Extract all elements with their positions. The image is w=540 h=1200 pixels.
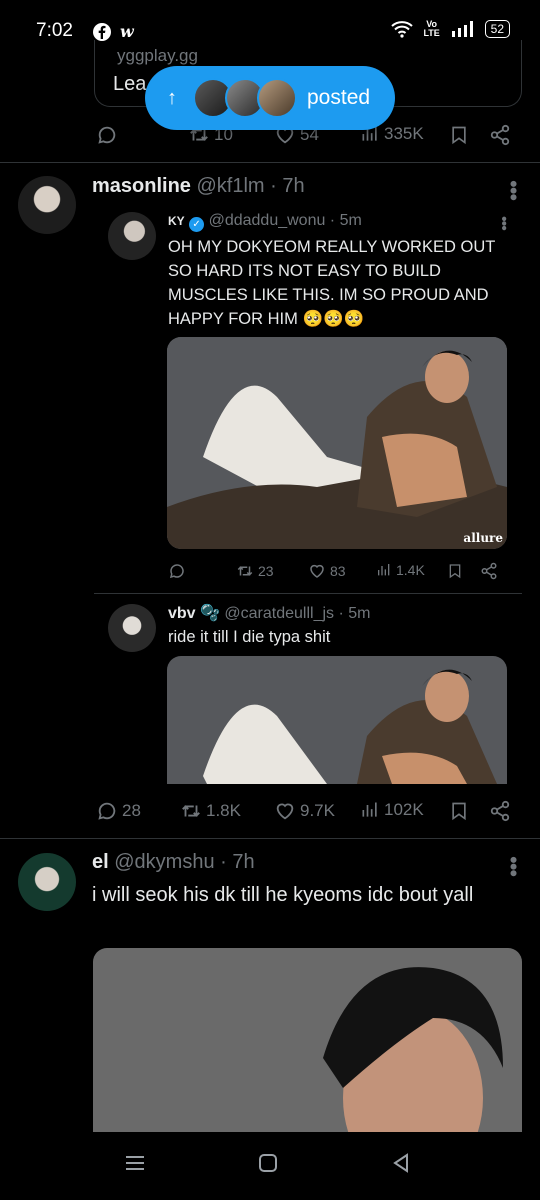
heart-icon <box>276 803 294 820</box>
back-button[interactable] <box>390 1152 412 1179</box>
tweet-header: el @dkymshu · 7h <box>92 851 255 873</box>
tweet-image[interactable] <box>167 656 507 784</box>
reply-button[interactable] <box>168 562 186 580</box>
bookmark-button[interactable] <box>447 562 463 580</box>
handle: @dkymshu <box>114 851 215 873</box>
quote-text: ride it till I die typa shit <box>168 628 331 646</box>
back-icon <box>393 1153 408 1173</box>
bookmark-icon <box>452 802 466 821</box>
like-button[interactable]: 83 <box>308 562 346 580</box>
quote-text: OH MY DOKYEOM REALLY WORKED OUT SO HARD … <box>168 238 496 328</box>
reply-count: 28 <box>122 801 141 820</box>
quote-header: vbv 🫧 @caratdeulll_js · 5m <box>168 605 371 622</box>
views-button[interactable]: 102K <box>360 800 424 820</box>
timestamp: 5m <box>348 605 371 622</box>
divider <box>0 162 540 163</box>
signal-icon <box>451 21 473 37</box>
display-name[interactable]: el <box>92 851 109 873</box>
reply-icon <box>169 564 184 579</box>
tweet-header: masonline @kf1lm · 7h <box>92 175 305 197</box>
views-icon <box>378 564 390 576</box>
views-count: 1.4K <box>396 562 425 578</box>
bubbles-icon: 🫧 <box>200 605 220 622</box>
arrow-up-icon: ↑ <box>167 86 177 109</box>
avatar[interactable] <box>108 604 156 652</box>
avatar[interactable] <box>108 212 156 260</box>
retweet-count: 1.8K <box>206 801 241 820</box>
handle: @caratdeulll_js <box>224 605 335 622</box>
pill-avatars <box>193 78 297 118</box>
share-button[interactable] <box>480 562 498 580</box>
timestamp: 7h <box>282 175 305 197</box>
timestamp: 5m <box>339 212 362 229</box>
display-name[interactable]: vbv <box>168 605 196 622</box>
like-button[interactable]: 9.7K <box>274 800 335 822</box>
like-count: 83 <box>330 563 346 579</box>
volte-indicator: Vo LTE <box>423 19 440 38</box>
w-app-icon: w <box>120 22 134 41</box>
card-domain: yggplay.gg <box>117 46 198 65</box>
quote-header: KY ✓ @ddaddu_wonu · 5m <box>168 212 362 232</box>
pill-label: posted <box>307 86 371 109</box>
display-name[interactable]: KY <box>168 214 185 228</box>
system-nav-bar <box>0 1132 540 1200</box>
divider <box>0 838 540 839</box>
more-options-icon[interactable]: ••• <box>500 180 526 200</box>
views-count: 335K <box>384 124 424 143</box>
home-icon <box>259 1154 277 1172</box>
handle: @ddaddu_wonu <box>208 212 326 229</box>
image-watermark: allure <box>463 531 503 545</box>
status-indicators: Vo LTE 52 <box>390 19 510 38</box>
share-button[interactable] <box>489 800 511 822</box>
bookmark-icon <box>452 126 466 145</box>
recent-apps-button[interactable] <box>124 1152 146 1179</box>
new-posts-pill[interactable]: ↑ posted <box>145 66 395 130</box>
menu-icon <box>126 1156 144 1170</box>
retweet-count: 23 <box>258 563 274 579</box>
bookmark-icon <box>449 564 461 579</box>
tweet-image[interactable] <box>93 948 522 1134</box>
wifi-icon <box>390 21 413 38</box>
more-options-icon[interactable]: ••• <box>500 856 526 876</box>
reply-button[interactable] <box>96 124 118 146</box>
more-options-icon[interactable]: ••• <box>494 216 512 230</box>
share-icon <box>490 800 510 822</box>
like-count: 9.7K <box>300 801 335 820</box>
verified-badge-icon: ✓ <box>189 217 205 232</box>
views-count: 102K <box>384 800 424 819</box>
share-icon <box>481 562 497 580</box>
bookmark-button[interactable] <box>449 124 469 146</box>
status-time: 7:02 <box>36 20 73 41</box>
bookmark-button[interactable] <box>449 800 469 822</box>
home-button[interactable] <box>257 1152 279 1179</box>
tweet-image[interactable]: allure <box>167 337 507 549</box>
retweet-icon <box>237 566 253 576</box>
views-icon <box>362 802 377 817</box>
reply-icon <box>98 126 116 144</box>
tweet-text: i will seok his dk till he kyeoms idc bo… <box>92 884 474 906</box>
divider <box>94 593 522 594</box>
display-name[interactable]: masonline <box>92 175 191 197</box>
avatar[interactable] <box>18 853 76 911</box>
reply-icon <box>98 802 116 820</box>
card-title: Lea <box>113 73 147 95</box>
handle: @kf1lm <box>196 175 265 197</box>
views-button[interactable]: 1.4K <box>376 562 425 578</box>
heart-icon <box>310 564 324 578</box>
avatar[interactable] <box>18 176 76 234</box>
timestamp: 7h <box>232 851 255 873</box>
avatar <box>257 78 297 118</box>
retweet-icon <box>182 805 200 817</box>
battery-indicator: 52 <box>484 20 510 38</box>
share-button[interactable] <box>489 124 511 146</box>
reply-button[interactable]: 28 <box>96 800 141 822</box>
retweet-button[interactable]: 23 <box>236 562 274 580</box>
share-icon <box>490 124 510 146</box>
retweet-button[interactable]: 1.8K <box>180 800 241 822</box>
